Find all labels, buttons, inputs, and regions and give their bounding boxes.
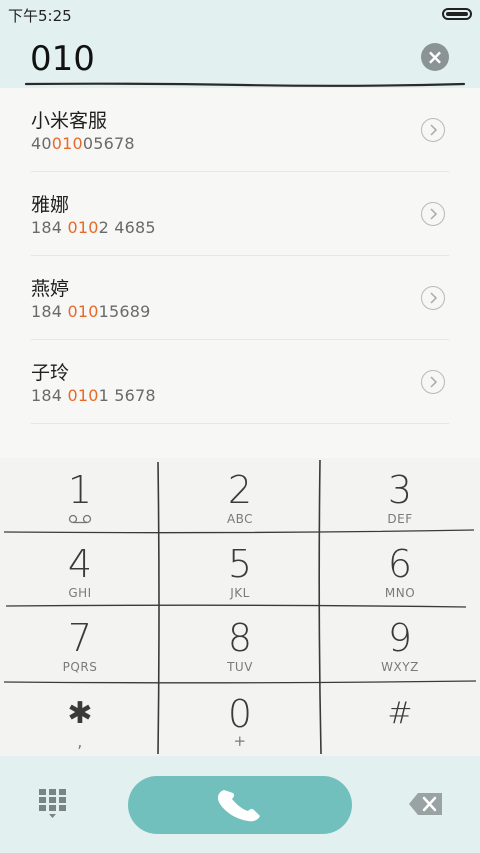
battery-full-icon bbox=[442, 8, 472, 20]
call-button[interactable] bbox=[128, 776, 352, 834]
contact-results-list: 小米客服 4001005678 雅娜 184 0102 4685 燕婷 184 … bbox=[0, 88, 480, 458]
list-item[interactable]: 子玲 184 0101 5678 bbox=[31, 340, 449, 424]
phone-icon bbox=[217, 790, 260, 822]
key-3[interactable]: 3 DEF bbox=[320, 458, 480, 532]
backspace-icon[interactable] bbox=[408, 792, 444, 816]
dialpad-grid-icon[interactable] bbox=[38, 788, 68, 820]
key-1[interactable]: 1 bbox=[0, 458, 160, 532]
key-7[interactable]: 7 PQRS bbox=[0, 606, 160, 680]
voicemail-icon bbox=[68, 514, 92, 524]
key-0[interactable]: 0 + bbox=[160, 682, 320, 756]
chevron-right-icon[interactable] bbox=[421, 370, 445, 394]
status-time: 下午5:25 bbox=[8, 7, 72, 25]
key-2[interactable]: 2 ABC bbox=[160, 458, 320, 532]
key-9[interactable]: 9 WXYZ bbox=[320, 606, 480, 680]
contact-number: 184 01015689 bbox=[31, 302, 151, 321]
key-8[interactable]: 8 TUV bbox=[160, 606, 320, 680]
list-item[interactable]: 燕婷 184 01015689 bbox=[31, 256, 449, 340]
chevron-right-icon[interactable] bbox=[421, 286, 445, 310]
contact-name: 雅娜 bbox=[31, 194, 70, 216]
chevron-right-icon[interactable] bbox=[421, 118, 445, 142]
dial-input-area: × bbox=[0, 28, 480, 88]
key-hash[interactable]: # bbox=[320, 682, 480, 756]
chevron-right-icon[interactable] bbox=[421, 202, 445, 226]
dialed-number-input[interactable] bbox=[30, 38, 410, 80]
clear-icon[interactable]: × bbox=[421, 43, 449, 71]
contact-number: 184 0101 5678 bbox=[31, 386, 156, 405]
key-6[interactable]: 6 MNO bbox=[320, 532, 480, 606]
action-bar bbox=[0, 756, 480, 853]
contact-name: 小米客服 bbox=[31, 110, 108, 132]
list-item[interactable]: 雅娜 184 0102 4685 bbox=[31, 172, 449, 256]
dial-keypad: 1 2 ABC 3 DEF 4 GHI 5 JKL 6 MNO 7 PQRS 8… bbox=[0, 458, 480, 756]
contact-number: 184 0102 4685 bbox=[31, 218, 156, 237]
key-star[interactable]: ✱ , bbox=[0, 682, 160, 756]
handdrawn-underline bbox=[24, 82, 466, 87]
contact-name: 子玲 bbox=[31, 362, 70, 384]
status-bar: 下午5:25 bbox=[0, 0, 480, 28]
list-item[interactable]: 小米客服 4001005678 bbox=[31, 88, 449, 172]
contact-number: 4001005678 bbox=[31, 134, 135, 153]
key-4[interactable]: 4 GHI bbox=[0, 532, 160, 606]
contact-name: 燕婷 bbox=[31, 278, 70, 300]
key-5[interactable]: 5 JKL bbox=[160, 532, 320, 606]
